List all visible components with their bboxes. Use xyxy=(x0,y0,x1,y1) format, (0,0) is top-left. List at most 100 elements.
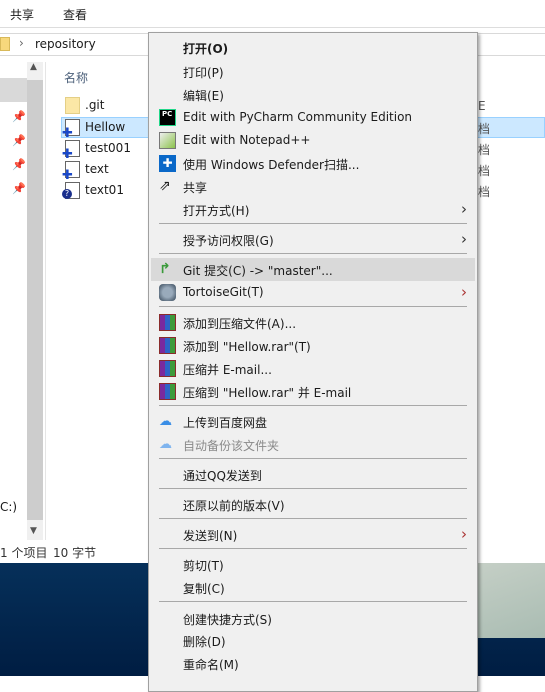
menu-item-label: 共享 xyxy=(183,181,208,195)
file-row-git[interactable]: .git xyxy=(61,95,161,116)
menu-add-to-hellow-rar[interactable]: 添加到 "Hellow.rar"(T) xyxy=(151,334,475,357)
document-icon: ✚ xyxy=(62,161,80,183)
menu-rename[interactable]: 重命名(M) xyxy=(151,652,475,675)
document-icon: ✚ xyxy=(62,119,80,141)
scroll-up-icon[interactable]: ▲ xyxy=(30,62,37,72)
menu-compress-email[interactable]: 压缩并 E-mail... xyxy=(151,357,475,380)
column-header-type[interactable]: E xyxy=(478,99,486,113)
nav-selected-item[interactable] xyxy=(0,78,27,102)
menu-item-label: 使用 Windows Defender扫描... xyxy=(183,158,360,172)
tortoisegit-icon xyxy=(159,284,176,301)
menu-separator xyxy=(159,518,467,519)
file-name: Hellow xyxy=(85,120,126,134)
file-type: 档 xyxy=(478,143,491,157)
pin-icon: 📌 xyxy=(12,182,26,195)
notepadpp-icon xyxy=(159,132,176,149)
menu-auto-backup[interactable]: ☁ 自动备份该文件夹 xyxy=(151,433,475,456)
document-icon: ✚ xyxy=(62,140,80,162)
menu-upload-baidu[interactable]: ☁ 上传到百度网盘 xyxy=(151,410,475,433)
ribbon-tab-view[interactable]: 查看 xyxy=(63,6,87,23)
menu-item-label: 添加到压缩文件(A)... xyxy=(183,317,297,331)
column-header-name[interactable]: 名称 xyxy=(64,69,88,86)
menu-item-label: 压缩并 E-mail... xyxy=(183,363,272,377)
file-row-hellow[interactable]: ✚ Hellow xyxy=(61,117,161,141)
menu-separator xyxy=(159,548,467,549)
file-type: 档 xyxy=(478,122,491,136)
menu-item-label: 添加到 "Hellow.rar"(T) xyxy=(183,340,311,354)
menu-restore-versions[interactable]: 还原以前的版本(V) xyxy=(151,493,475,516)
menu-separator xyxy=(159,253,467,254)
nav-drive-label[interactable]: C:) xyxy=(0,500,17,514)
menu-cut[interactable]: 剪切(T) xyxy=(151,553,475,576)
folder-icon xyxy=(65,97,80,114)
menu-print[interactable]: 打印(P) xyxy=(151,60,475,83)
breadcrumb-chevron-icon: › xyxy=(19,36,24,50)
menu-create-shortcut[interactable]: 创建快捷方式(S) xyxy=(151,607,475,630)
defender-shield-icon: ✚ xyxy=(159,155,176,172)
menu-item-label: 编辑(E) xyxy=(183,89,224,103)
menu-add-to-archive[interactable]: 添加到压缩文件(A)... xyxy=(151,311,475,334)
menu-item-label: 自动备份该文件夹 xyxy=(183,439,280,453)
baidu-netdisk-icon: ☁ xyxy=(159,414,172,429)
ribbon-divider xyxy=(0,27,545,28)
menu-copy[interactable]: 复制(C) xyxy=(151,576,475,599)
menu-open[interactable]: 打开(O) xyxy=(151,36,475,59)
share-icon: ⇗ xyxy=(159,178,171,194)
scroll-down-icon[interactable]: ▼ xyxy=(30,526,37,536)
file-type: 档 xyxy=(478,164,491,178)
submenu-arrow-icon: › xyxy=(461,525,467,543)
menu-edit-pycharm[interactable]: PC Edit with PyCharm Community Edition xyxy=(151,106,475,129)
menu-item-label: 重命名(M) xyxy=(183,658,239,672)
file-row-text[interactable]: ✚ text xyxy=(61,159,161,183)
menu-item-label: 压缩到 "Hellow.rar" 并 E-mail xyxy=(183,386,352,400)
menu-git-commit[interactable]: ↱ Git 提交(C) -> "master"... xyxy=(151,258,475,281)
submenu-arrow-icon: › xyxy=(461,200,467,218)
breadcrumb-repository[interactable]: repository xyxy=(35,37,96,51)
menu-share[interactable]: ⇗ 共享 xyxy=(151,175,475,198)
menu-separator xyxy=(159,405,467,406)
git-commit-icon: ↱ xyxy=(159,261,171,277)
menu-compress-hellow-email[interactable]: 压缩到 "Hellow.rar" 并 E-mail xyxy=(151,380,475,403)
status-item-count: 1 个项目 xyxy=(0,546,48,560)
menu-defender-scan[interactable]: ✚ 使用 Windows Defender扫描... xyxy=(151,152,475,175)
file-name: test001 xyxy=(85,141,131,155)
menu-item-label: 打印(P) xyxy=(183,66,224,80)
unknown-file-icon: ? xyxy=(62,182,80,199)
file-name: .git xyxy=(85,98,105,112)
file-name: text xyxy=(85,162,109,176)
menu-item-label: Edit with Notepad++ xyxy=(183,133,311,147)
menu-item-label: 授予访问权限(G) xyxy=(183,234,274,248)
menu-send-to[interactable]: 发送到(N) › xyxy=(151,523,475,546)
scrollbar-thumb[interactable] xyxy=(27,80,43,520)
baidu-netdisk-icon: ☁ xyxy=(159,437,172,452)
winrar-icon xyxy=(159,337,176,354)
menu-item-label: 打开方式(H) xyxy=(183,204,250,218)
menu-tortoisegit[interactable]: TortoiseGit(T) › xyxy=(151,281,475,304)
menu-separator xyxy=(159,458,467,459)
pin-icon: 📌 xyxy=(12,158,26,171)
menu-delete[interactable]: 删除(D) xyxy=(151,629,475,652)
folder-icon xyxy=(0,37,10,51)
submenu-arrow-icon: › xyxy=(461,230,467,248)
file-row-test001[interactable]: ✚ test001 xyxy=(61,138,161,162)
menu-item-label: Git 提交(C) -> "master"... xyxy=(183,264,333,278)
menu-item-label: 发送到(N) xyxy=(183,529,238,543)
menu-item-label: 复制(C) xyxy=(183,582,225,596)
desktop-wallpaper-image xyxy=(476,563,545,638)
winrar-icon xyxy=(159,383,176,400)
menu-grant-access[interactable]: 授予访问权限(G) › xyxy=(151,228,475,251)
menu-edit[interactable]: 编辑(E) xyxy=(151,83,475,106)
menu-separator xyxy=(159,223,467,224)
file-row-text01[interactable]: ? text01 xyxy=(61,180,161,201)
pycharm-icon: PC xyxy=(159,109,176,126)
menu-send-via-qq[interactable]: 通过QQ发送到 xyxy=(151,463,475,486)
submenu-arrow-icon: › xyxy=(461,283,467,301)
menu-separator xyxy=(159,488,467,489)
ribbon-tab-share[interactable]: 共享 xyxy=(10,6,34,23)
nav-scrollbar[interactable]: ▲ ▼ xyxy=(27,62,43,540)
menu-open-with[interactable]: 打开方式(H) › xyxy=(151,198,475,221)
winrar-icon xyxy=(159,314,176,331)
menu-edit-notepadpp[interactable]: Edit with Notepad++ xyxy=(151,129,475,152)
menu-item-label: 还原以前的版本(V) xyxy=(183,499,285,513)
menu-item-label: TortoiseGit(T) xyxy=(183,285,264,299)
